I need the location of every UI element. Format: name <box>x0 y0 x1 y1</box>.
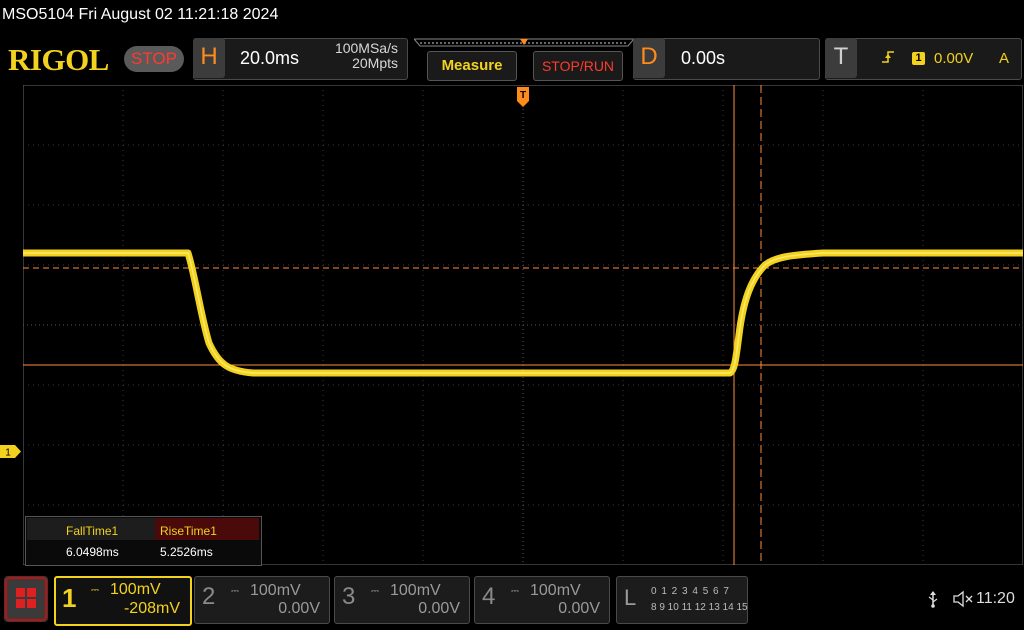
sample-rate: 100MSa/s <box>334 40 398 56</box>
usb-icon <box>928 591 938 608</box>
grid-menu-icon <box>5 577 47 621</box>
time-base-value: 20.0ms <box>240 48 300 68</box>
measure-button[interactable]: Measure <box>427 51 517 81</box>
rise-time-value: 5.2526ms <box>160 545 213 559</box>
digital-channels-8-15: 8 9 10 11 12 13 14 15 <box>651 602 748 613</box>
run-state-badge[interactable]: STOP <box>124 46 184 72</box>
trigger-source: 1 <box>912 52 925 65</box>
channel-2-number: 2 <box>202 583 216 610</box>
rising-edge-icon <box>882 51 894 63</box>
channel-4-scale: 100mV <box>530 582 581 599</box>
svg-text:T: T <box>520 90 526 101</box>
channel-1-offset: -208mV <box>123 600 180 617</box>
dc-coupling-icon: ⎓ <box>91 585 99 596</box>
clock: 11:20 <box>976 590 1015 607</box>
device-title: MSO5104 Fri August 02 11:21:18 2024 <box>2 6 279 23</box>
channel-4-number: 4 <box>482 583 496 610</box>
speaker-muted-icon[interactable] <box>952 590 974 608</box>
fall-time-value: 6.0498ms <box>66 545 119 559</box>
channel-3-number: 3 <box>342 583 356 610</box>
dc-coupling-icon: ⎓ <box>511 586 519 597</box>
svg-text:1: 1 <box>5 448 11 459</box>
memory-depth: 20Mpts <box>352 55 398 71</box>
rise-time-label: RiseTime1 <box>160 524 217 538</box>
menu-button[interactable] <box>4 576 48 622</box>
dc-coupling-icon: ⎓ <box>371 586 379 597</box>
rigol-logo: RIGOL <box>8 42 109 77</box>
logic-analyzer-label: L <box>624 585 637 610</box>
sample-info: 100MSa/s 20Mpts <box>318 41 398 71</box>
channel-1-number: 1 <box>62 583 77 613</box>
channel-1-marker[interactable]: 1 <box>0 445 22 458</box>
delay-value: 0.00s <box>681 48 726 68</box>
dc-coupling-icon: ⎓ <box>231 586 239 597</box>
trigger-mode: A <box>999 50 1010 67</box>
channel-2-scale: 100mV <box>250 582 301 599</box>
channel-3-scale: 100mV <box>390 582 441 599</box>
channel-3-offset: 0.00V <box>418 600 460 617</box>
delay-label: D <box>633 38 665 78</box>
digital-channels-0-7: 0 1 2 3 4 5 6 7 <box>651 586 730 597</box>
channel-4-offset: 0.00V <box>558 600 600 617</box>
channel-1-scale: 100mV <box>110 581 161 598</box>
trigger-level: 0.00V <box>934 50 974 67</box>
horizontal-label: H <box>193 38 225 78</box>
channel-2-offset: 0.00V <box>278 600 320 617</box>
waveform-display[interactable]: T <box>23 85 1023 565</box>
fall-time-label: FallTime1 <box>66 524 119 538</box>
stop-run-button[interactable]: STOP/RUN <box>533 51 623 81</box>
trigger-position-bar <box>414 38 634 47</box>
trigger-label: T <box>825 38 857 78</box>
